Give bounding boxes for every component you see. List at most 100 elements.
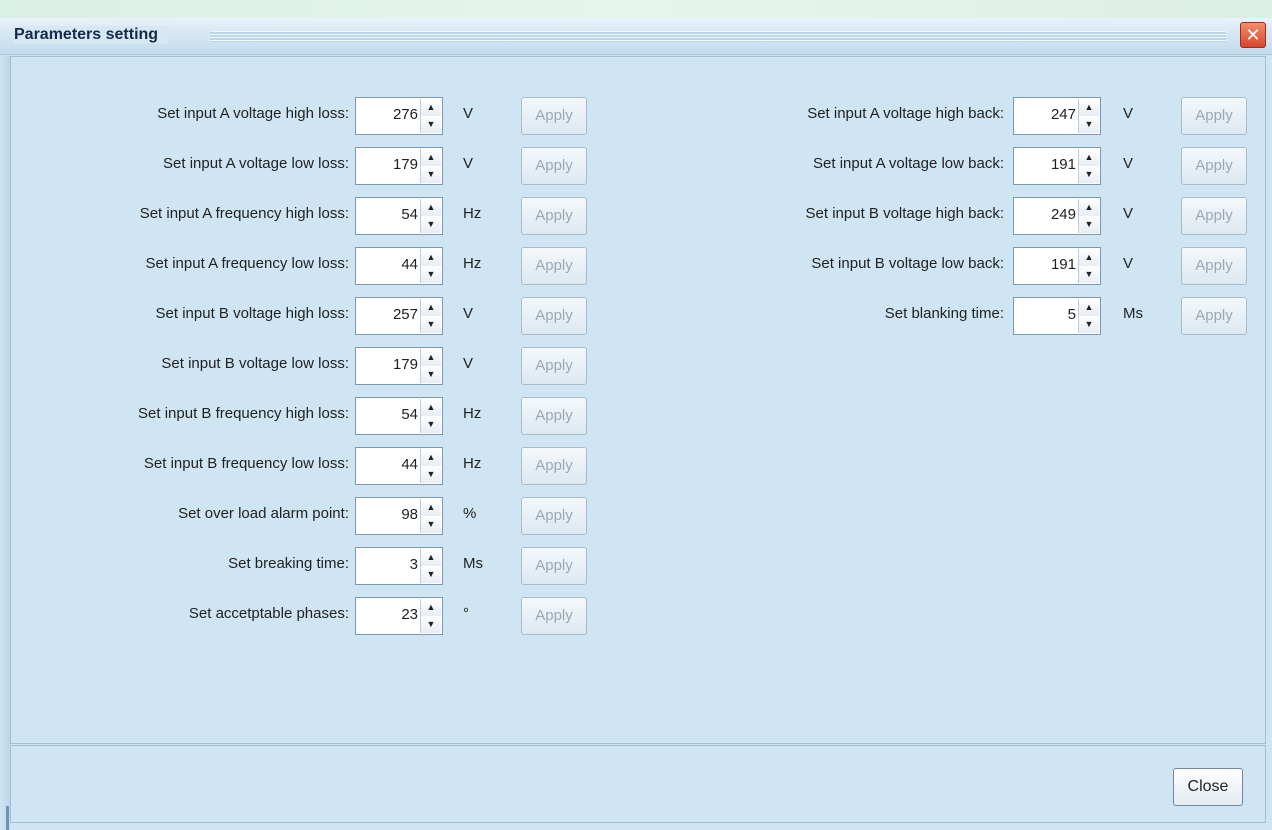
spinner-arrows: ▲ ▼ <box>420 199 441 233</box>
param-label: Set input B voltage high back: <box>805 205 1004 222</box>
spinner-up-icon[interactable]: ▲ <box>421 599 441 617</box>
spinner-down-icon[interactable]: ▼ <box>421 166 441 183</box>
param-unit: Hz <box>463 405 482 422</box>
spinner-down-icon[interactable]: ▼ <box>421 616 441 633</box>
parameters-dialog: Parameters setting ✕ Set input A voltage… <box>0 0 1272 830</box>
param-spinner[interactable]: 247 ▲ ▼ <box>1013 97 1101 135</box>
spinner-down-icon[interactable]: ▼ <box>421 316 441 333</box>
param-value[interactable]: 179 <box>393 156 418 173</box>
param-spinner[interactable]: 3 ▲ ▼ <box>355 547 443 585</box>
param-spinner[interactable]: 98 ▲ ▼ <box>355 497 443 535</box>
param-spinner[interactable]: 44 ▲ ▼ <box>355 447 443 485</box>
param-spinner[interactable]: 44 ▲ ▼ <box>355 247 443 285</box>
apply-button[interactable]: Apply <box>521 197 587 235</box>
spinner-down-icon[interactable]: ▼ <box>421 466 441 483</box>
param-unit: V <box>463 305 474 322</box>
spinner-down-icon[interactable]: ▼ <box>1079 216 1099 233</box>
spinner-up-icon[interactable]: ▲ <box>1079 299 1099 317</box>
spinner-down-icon[interactable]: ▼ <box>1079 166 1099 183</box>
param-value[interactable]: 276 <box>393 106 418 123</box>
param-value[interactable]: 191 <box>1051 256 1076 273</box>
title-bar-grip <box>210 31 1226 42</box>
param-value[interactable]: 98 <box>401 506 418 523</box>
apply-button[interactable]: Apply <box>1181 197 1247 235</box>
param-value[interactable]: 179 <box>393 356 418 373</box>
param-unit: Hz <box>463 255 482 272</box>
param-value[interactable]: 249 <box>1051 206 1076 223</box>
close-window-icon[interactable]: ✕ <box>1240 22 1266 48</box>
spinner-up-icon[interactable]: ▲ <box>1079 249 1099 267</box>
apply-button[interactable]: Apply <box>1181 247 1247 285</box>
param-spinner[interactable]: 191 ▲ ▼ <box>1013 247 1101 285</box>
param-label: Set input B frequency low loss: <box>143 455 349 472</box>
param-spinner[interactable]: 249 ▲ ▼ <box>1013 197 1101 235</box>
param-spinner[interactable]: 257 ▲ ▼ <box>355 297 443 335</box>
spinner-down-icon[interactable]: ▼ <box>1079 316 1099 333</box>
spinner-up-icon[interactable]: ▲ <box>421 349 441 367</box>
param-spinner[interactable]: 23 ▲ ▼ <box>355 597 443 635</box>
apply-button[interactable]: Apply <box>1181 147 1247 185</box>
spinner-up-icon[interactable]: ▲ <box>421 199 441 217</box>
spinner-down-icon[interactable]: ▼ <box>1079 116 1099 133</box>
apply-button[interactable]: Apply <box>521 97 587 135</box>
close-button[interactable]: Close <box>1173 768 1243 806</box>
spinner-down-icon[interactable]: ▼ <box>421 416 441 433</box>
param-unit: V <box>463 355 474 372</box>
spinner-down-icon[interactable]: ▼ <box>1079 266 1099 283</box>
param-label: Set input B voltage high loss: <box>155 305 349 322</box>
param-value[interactable]: 191 <box>1051 156 1076 173</box>
param-spinner[interactable]: 276 ▲ ▼ <box>355 97 443 135</box>
spinner-up-icon[interactable]: ▲ <box>421 249 441 267</box>
spinner-up-icon[interactable]: ▲ <box>421 99 441 117</box>
spinner-up-icon[interactable]: ▲ <box>421 549 441 567</box>
apply-button[interactable]: Apply <box>1181 97 1247 135</box>
apply-button[interactable]: Apply <box>521 497 587 535</box>
spinner-up-icon[interactable]: ▲ <box>421 449 441 467</box>
param-unit: Ms <box>463 555 483 572</box>
param-spinner[interactable]: 5 ▲ ▼ <box>1013 297 1101 335</box>
param-value[interactable]: 44 <box>401 456 418 473</box>
spinner-down-icon[interactable]: ▼ <box>421 116 441 133</box>
param-value[interactable]: 247 <box>1051 106 1076 123</box>
apply-button[interactable]: Apply <box>521 597 587 635</box>
apply-button[interactable]: Apply <box>521 247 587 285</box>
apply-button[interactable]: Apply <box>521 297 587 335</box>
spinner-up-icon[interactable]: ▲ <box>421 299 441 317</box>
param-spinner[interactable]: 54 ▲ ▼ <box>355 197 443 235</box>
spinner-down-icon[interactable]: ▼ <box>421 566 441 583</box>
param-value[interactable]: 5 <box>1068 306 1076 323</box>
param-spinner[interactable]: 54 ▲ ▼ <box>355 397 443 435</box>
param-value[interactable]: 257 <box>393 306 418 323</box>
param-value[interactable]: 44 <box>401 256 418 273</box>
window-title: Parameters setting <box>14 26 169 44</box>
spinner-arrows: ▲ ▼ <box>420 99 441 133</box>
spinner-down-icon[interactable]: ▼ <box>421 516 441 533</box>
apply-button[interactable]: Apply <box>521 147 587 185</box>
title-bar[interactable]: Parameters setting ✕ <box>0 0 1272 55</box>
apply-button[interactable]: Apply <box>521 547 587 585</box>
spinner-up-icon[interactable]: ▲ <box>421 149 441 167</box>
spinner-up-icon[interactable]: ▲ <box>421 499 441 517</box>
spinner-up-icon[interactable]: ▲ <box>1079 99 1099 117</box>
param-spinner[interactable]: 191 ▲ ▼ <box>1013 147 1101 185</box>
apply-button[interactable]: Apply <box>521 447 587 485</box>
param-value[interactable]: 3 <box>410 556 418 573</box>
apply-button[interactable]: Apply <box>521 397 587 435</box>
spinner-up-icon[interactable]: ▲ <box>1079 199 1099 217</box>
spinner-arrows: ▲ ▼ <box>1078 149 1099 183</box>
spinner-up-icon[interactable]: ▲ <box>421 399 441 417</box>
param-spinner[interactable]: 179 ▲ ▼ <box>355 347 443 385</box>
spinner-arrows: ▲ ▼ <box>420 599 441 633</box>
spinner-down-icon[interactable]: ▼ <box>421 216 441 233</box>
spinner-down-icon[interactable]: ▼ <box>421 366 441 383</box>
spinner-up-icon[interactable]: ▲ <box>1079 149 1099 167</box>
param-value[interactable]: 54 <box>401 406 418 423</box>
apply-button[interactable]: Apply <box>1181 297 1247 335</box>
param-label: Set input B frequency high loss: <box>138 405 349 422</box>
param-spinner[interactable]: 179 ▲ ▼ <box>355 147 443 185</box>
param-value[interactable]: 54 <box>401 206 418 223</box>
param-value[interactable]: 23 <box>401 606 418 623</box>
apply-button[interactable]: Apply <box>521 347 587 385</box>
param-unit: V <box>1123 155 1134 172</box>
spinner-down-icon[interactable]: ▼ <box>421 266 441 283</box>
